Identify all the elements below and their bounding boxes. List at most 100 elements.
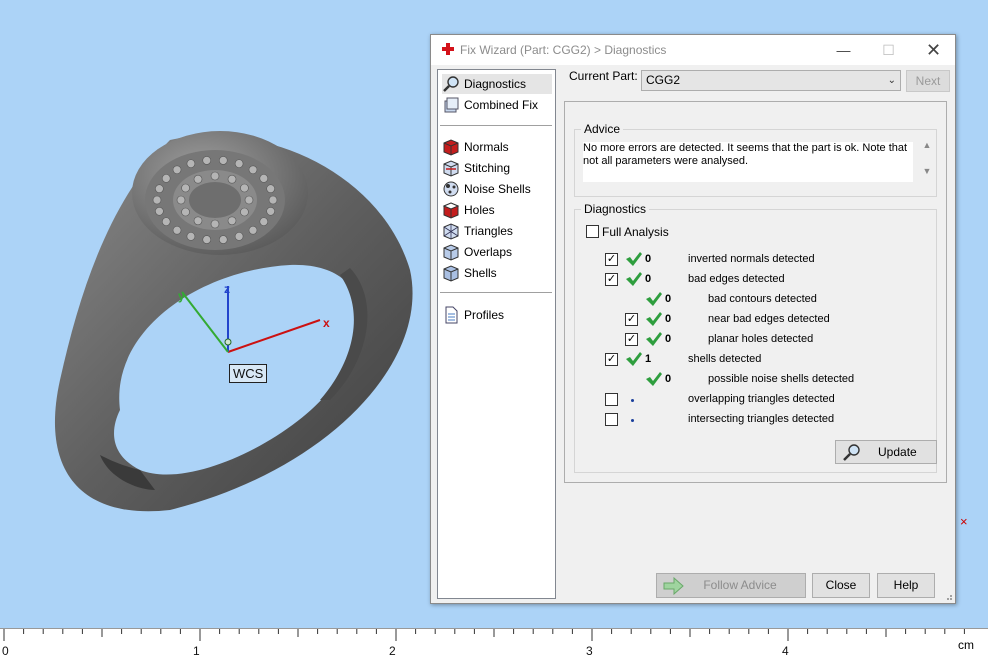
diag-row-checkbox[interactable] xyxy=(605,413,618,426)
close-button[interactable]: Close xyxy=(812,573,870,598)
minimize-button[interactable]: — xyxy=(821,35,866,65)
nav-item-label: Overlaps xyxy=(464,245,513,259)
bead xyxy=(176,195,186,205)
bead xyxy=(210,219,220,229)
nav-item-noise-shells[interactable]: Noise Shells xyxy=(442,179,552,199)
nav-item-holes[interactable]: Holes xyxy=(442,200,552,220)
diagnostics-panel: Advice No more errors are detected. It s… xyxy=(564,101,947,483)
holes-icon xyxy=(442,201,460,219)
bead xyxy=(266,184,275,194)
magnifier-icon xyxy=(442,75,460,93)
diag-row-label: overlapping triangles detected xyxy=(688,393,835,405)
nav-item-label: Stitching xyxy=(464,161,511,175)
diag-row-count: 0 xyxy=(665,293,672,305)
nav-item-overlaps[interactable]: Overlaps xyxy=(442,242,552,262)
bead xyxy=(193,174,203,184)
bead xyxy=(240,207,249,217)
nav-item-profiles[interactable]: Profiles xyxy=(442,305,552,325)
bead xyxy=(248,225,258,235)
follow-advice-label: Follow Advice xyxy=(703,578,777,592)
advice-scrollbar[interactable]: ▲ ▼ xyxy=(920,140,934,190)
diag-row-label: bad edges detected xyxy=(688,273,785,285)
bead xyxy=(259,174,269,183)
bead xyxy=(218,156,228,165)
ruler-ticks xyxy=(3,629,965,641)
red-cross-icon xyxy=(442,43,454,55)
shells-icon xyxy=(442,264,460,282)
diag-row-checkbox[interactable]: ✓ xyxy=(605,253,618,266)
nav-item-label: Profiles xyxy=(464,308,505,322)
nav-divider xyxy=(440,125,552,126)
nav-item-stitching[interactable]: Stitching xyxy=(442,158,552,178)
current-part-select[interactable]: CGG2 ⌄ xyxy=(641,70,901,91)
bead xyxy=(155,206,164,216)
ruler-label-0: 0 xyxy=(2,644,9,658)
bead xyxy=(193,216,203,226)
nav-item-normals[interactable]: Normals xyxy=(442,137,552,157)
title-bar[interactable]: Fix Wizard (Part: CGG2) > Diagnostics — … xyxy=(431,35,955,65)
bead xyxy=(234,159,244,168)
pending-dot-icon xyxy=(631,399,634,402)
wizard-nav: Diagnostics Combined Fix Normals Stitchi… xyxy=(437,69,556,599)
diag-row-label: bad contours detected xyxy=(708,293,817,305)
diag-row-checkbox[interactable] xyxy=(605,393,618,406)
bead xyxy=(240,183,249,193)
diag-row-count: 0 xyxy=(665,333,672,345)
nav-item-shells[interactable]: Shells xyxy=(442,263,552,283)
bead xyxy=(210,171,220,181)
nav-divider xyxy=(440,292,552,293)
bead xyxy=(202,235,212,244)
checkmark-icon xyxy=(626,352,642,366)
nav-item-label: Noise Shells xyxy=(464,182,531,196)
ruler-label-4: 4 xyxy=(782,644,789,658)
bead xyxy=(181,183,190,193)
checkmark-icon xyxy=(646,312,662,326)
bead xyxy=(161,174,171,183)
green-arrow-icon xyxy=(663,577,684,595)
triangles-icon xyxy=(442,222,460,240)
checkmark-icon xyxy=(646,292,662,306)
diag-row-checkbox[interactable]: ✓ xyxy=(625,333,638,346)
diag-row-checkbox[interactable]: ✓ xyxy=(625,313,638,326)
pending-dot-icon xyxy=(631,419,634,422)
diag-row-count: 0 xyxy=(665,313,672,325)
diag-row-checkbox[interactable]: ✓ xyxy=(605,353,618,366)
nav-item-label: Shells xyxy=(464,266,497,280)
help-button[interactable]: Help xyxy=(877,573,935,598)
bead xyxy=(202,156,212,165)
combined-fix-icon xyxy=(442,96,460,114)
diag-row-checkbox[interactable]: ✓ xyxy=(605,273,618,286)
nav-item-label: Combined Fix xyxy=(464,98,539,112)
maximize-button[interactable]: ☐ xyxy=(866,35,911,65)
bead xyxy=(227,174,237,184)
diag-row-label: near bad edges detected xyxy=(708,313,830,325)
diag-row-label: intersecting triangles detected xyxy=(688,413,835,425)
follow-advice-button[interactable]: Follow Advice xyxy=(656,573,806,598)
bead xyxy=(234,232,244,241)
full-analysis-checkbox[interactable] xyxy=(586,225,599,238)
diag-row-label: possible noise shells detected xyxy=(708,373,855,385)
next-button[interactable]: Next xyxy=(906,70,950,92)
bead xyxy=(268,195,278,205)
noise-shells-icon xyxy=(442,180,460,198)
nav-item-label: Diagnostics xyxy=(464,77,527,91)
scroll-up-icon[interactable]: ▲ xyxy=(920,140,934,150)
close-window-button[interactable]: ✕ xyxy=(911,35,956,65)
scroll-down-icon[interactable]: ▼ xyxy=(920,166,934,176)
ruler-label-3: 3 xyxy=(586,644,593,658)
magnifier-icon xyxy=(843,444,860,461)
bead xyxy=(186,232,196,241)
bead xyxy=(161,217,171,226)
ruler-unit: cm xyxy=(958,638,974,652)
nav-item-triangles[interactable]: Triangles xyxy=(442,221,552,241)
fix-wizard-dialog: Fix Wizard (Part: CGG2) > Diagnostics — … xyxy=(430,34,956,604)
nav-item-combined-fix[interactable]: Combined Fix xyxy=(442,95,552,115)
bead xyxy=(172,165,182,175)
diagnostics-title: Diagnostics xyxy=(581,202,650,216)
nav-item-diagnostics[interactable]: Diagnostics xyxy=(442,74,552,94)
bead xyxy=(181,207,190,217)
close-marker-icon[interactable]: × xyxy=(960,514,968,529)
diag-row-count: 0 xyxy=(645,253,652,265)
update-button[interactable]: Update xyxy=(835,440,937,464)
resize-grip-icon[interactable] xyxy=(943,591,953,601)
